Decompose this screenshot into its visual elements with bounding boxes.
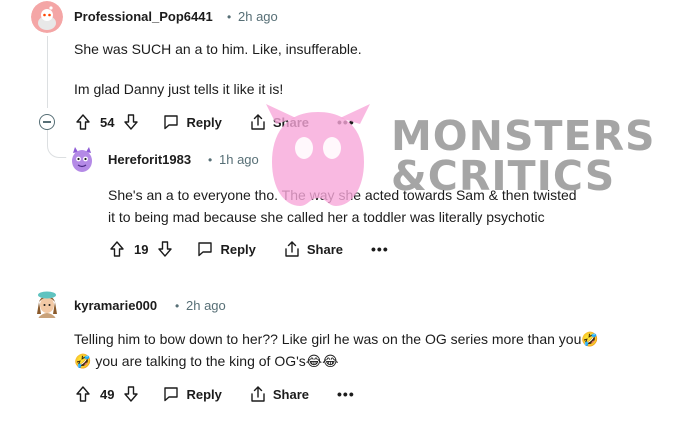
comment-username[interactable]: Hereforit1983 [108, 152, 191, 167]
arrow-down-icon [158, 241, 173, 257]
speech-bubble-icon [164, 115, 179, 130]
comment-text-line: 🤣 you are talking to the king of OG's😂😂 [74, 353, 339, 369]
thread-line-1 [47, 36, 48, 108]
vote-count: 54 [100, 114, 115, 130]
avatar[interactable] [31, 1, 63, 33]
comment-text-line: it to being mad because she called her a… [108, 209, 545, 225]
avatar[interactable] [66, 143, 98, 175]
comment-username[interactable]: Professional_Pop6441 [74, 9, 213, 24]
share-icon [251, 114, 265, 130]
upvote-button[interactable] [108, 240, 126, 258]
reply-button[interactable]: Reply [162, 113, 222, 131]
meta-separator: • [208, 153, 213, 167]
arrow-down-icon [124, 114, 139, 130]
more-options-button[interactable]: ••• [337, 114, 355, 130]
arrow-down-icon [124, 386, 139, 402]
comment-timestamp[interactable]: 1h ago [219, 152, 259, 167]
reply-button[interactable]: Reply [196, 240, 256, 258]
share-icon [285, 241, 299, 257]
thread-connector [47, 128, 67, 158]
more-options-button[interactable]: ••• [371, 241, 389, 257]
collapse-thread-button[interactable] [39, 114, 55, 130]
comment-timestamp[interactable]: 2h ago [238, 9, 278, 24]
share-icon [251, 386, 265, 402]
comment-actions: 49 Reply Share ••• [74, 382, 355, 406]
upvote-button[interactable] [74, 113, 92, 131]
share-button[interactable]: Share [283, 240, 343, 258]
upvote-button[interactable] [74, 385, 92, 403]
arrow-up-icon [76, 114, 90, 130]
downvote-button[interactable] [156, 240, 174, 258]
arrow-up-icon [110, 241, 124, 257]
speech-bubble-icon [164, 387, 179, 402]
comment-text-line: She was SUCH an a to him. Like, insuffer… [74, 41, 362, 57]
comment-timestamp[interactable]: 2h ago [186, 298, 226, 313]
comment-actions: 19 Reply Share ••• [108, 237, 389, 261]
comment-text-line: Im glad Danny just tells it like it is! [74, 81, 284, 97]
share-button[interactable]: Share [249, 385, 309, 403]
comment-text-line: Telling him to bow down to her?? Like gi… [74, 331, 599, 347]
speech-bubble-icon [198, 242, 213, 257]
watermark-text-line2: &CRITICS [391, 152, 616, 200]
reply-button[interactable]: Reply [162, 385, 222, 403]
share-button[interactable]: Share [249, 113, 309, 131]
downvote-button[interactable] [122, 113, 140, 131]
vote-count: 49 [100, 386, 115, 402]
meta-separator: • [227, 10, 232, 24]
arrow-up-icon [76, 386, 90, 402]
meta-separator: • [175, 299, 180, 313]
comment-username[interactable]: kyramarie000 [74, 298, 157, 313]
avatar[interactable] [31, 288, 63, 320]
downvote-button[interactable] [122, 385, 140, 403]
more-options-button[interactable]: ••• [337, 386, 355, 402]
vote-count: 19 [134, 241, 149, 257]
comment-actions: 54 Reply Share ••• [74, 110, 355, 134]
